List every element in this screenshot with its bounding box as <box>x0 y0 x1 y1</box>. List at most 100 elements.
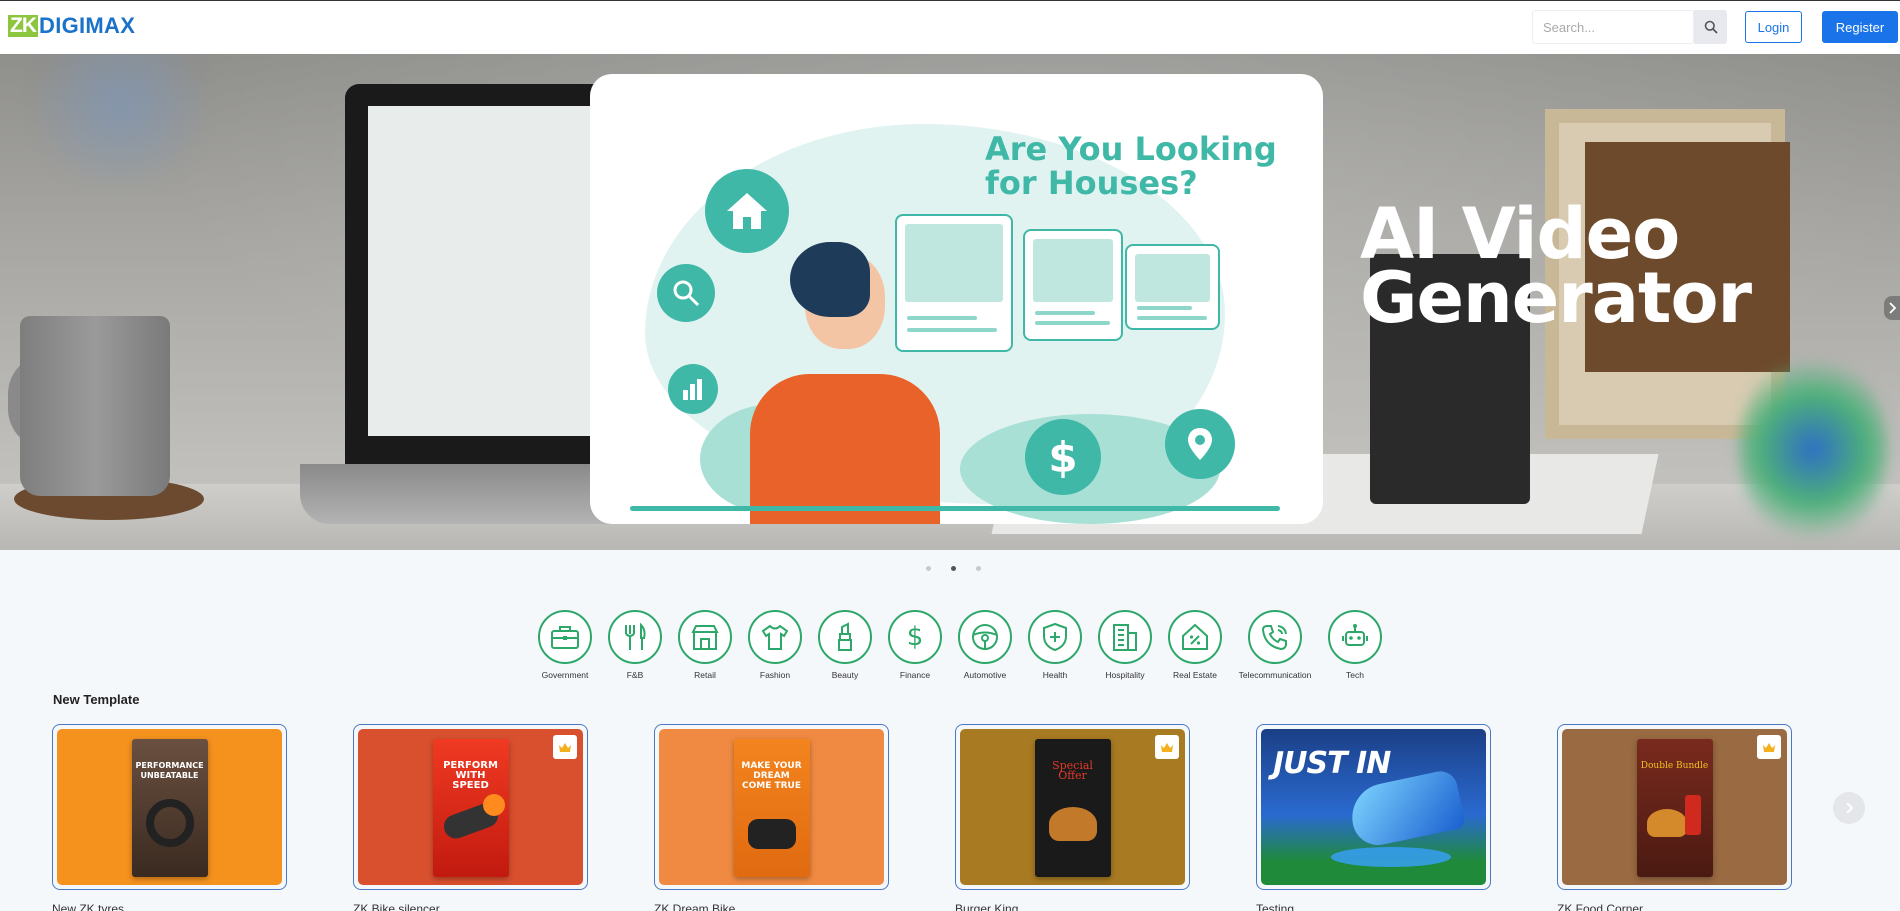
template-card-4[interactable]: Special Offer Burger King <box>955 724 1190 911</box>
templates-next-button[interactable] <box>1833 792 1865 824</box>
template-thumbnail: PERFORM WITH SPEED <box>358 729 583 885</box>
category-label: Real Estate <box>1173 670 1217 680</box>
search-button[interactable] <box>1694 10 1727 44</box>
utensils-icon <box>608 610 662 664</box>
slide-ground-line <box>630 506 1280 511</box>
building-icon <box>1098 610 1152 664</box>
listing-card-3 <box>1125 244 1220 330</box>
register-button[interactable]: Register <box>1822 11 1898 43</box>
category-label: Automotive <box>963 670 1007 680</box>
category-label: Government <box>541 670 589 680</box>
template-name: ZK Dream Bike <box>654 902 736 911</box>
category-government[interactable]: Government <box>530 610 600 680</box>
poster-text: PERFORMANCE UNBEATABLE <box>135 761 204 780</box>
category-fashion[interactable]: Fashion <box>740 610 810 680</box>
briefcase-icon <box>538 610 592 664</box>
carousel-dot-2[interactable] <box>951 566 956 571</box>
template-card-3[interactable]: MAKE YOUR DREAM COME TRUE ZK Dream Bike <box>654 724 889 911</box>
template-thumbnail-frame: PERFORMANCE UNBEATABLE <box>52 724 287 890</box>
hero-slide-card: Are You Looking for Houses? $ <box>590 74 1323 524</box>
poster-text: JUST IN <box>1273 746 1391 781</box>
phone-icon <box>1248 610 1302 664</box>
template-name: Burger King <box>955 902 1019 911</box>
template-thumbnail: PERFORMANCE UNBEATABLE <box>57 729 282 885</box>
shield-plus-icon <box>1028 610 1082 664</box>
location-pin-icon <box>1165 409 1235 479</box>
lipstick-icon <box>818 610 872 664</box>
category-hospitality[interactable]: Hospitality <box>1090 610 1160 680</box>
category-beauty[interactable]: Beauty <box>810 610 880 680</box>
template-poster: MAKE YOUR DREAM COME TRUE <box>733 739 810 877</box>
slide-person-body <box>750 374 940 524</box>
hero-decor-blob <box>1738 354 1888 544</box>
slide-heading-line2: for Houses? <box>985 164 1198 202</box>
template-name: New ZK tyres <box>52 902 125 911</box>
template-card-5[interactable]: JUST IN Testing <box>1256 724 1491 911</box>
listing-card-1 <box>895 214 1013 352</box>
premium-crown-icon <box>1757 735 1781 759</box>
hero-title-line2: Generator <box>1360 257 1752 339</box>
search-input[interactable] <box>1533 11 1693 43</box>
category-bar: Government F&B Retail Fashion Beauty $ F… <box>530 610 1390 680</box>
house-percent-icon <box>1168 610 1222 664</box>
poster-text: MAKE YOUR DREAM COME TRUE <box>741 761 802 791</box>
hero-mug <box>20 316 170 496</box>
slide-heading-line1: Are You Looking <box>985 130 1277 168</box>
poster-text: PERFORM WITH SPEED <box>443 760 498 791</box>
category-label: Retail <box>694 670 716 680</box>
template-name: ZK Food Corner <box>1557 902 1644 911</box>
template-card-2[interactable]: PERFORM WITH SPEED ZK Bike silencer <box>353 724 588 911</box>
logo-text: DIGIMAX <box>39 13 136 38</box>
hero-title: AI Video Generator <box>1360 199 1880 339</box>
search-box <box>1532 10 1694 44</box>
carousel-dot-1[interactable] <box>926 566 931 571</box>
category-tech[interactable]: Tech <box>1320 610 1390 680</box>
category-real-estate[interactable]: Real Estate <box>1160 610 1230 680</box>
bar-chart-icon <box>668 364 718 414</box>
template-thumbnail-frame: Special Offer <box>955 724 1190 890</box>
slide-person-hair <box>790 242 870 317</box>
category-telecommunication[interactable]: Telecommunication <box>1230 610 1320 680</box>
template-thumbnail-frame: MAKE YOUR DREAM COME TRUE <box>654 724 889 890</box>
category-label: Beauty <box>831 670 859 680</box>
category-fnb[interactable]: F&B <box>600 610 670 680</box>
template-poster: PERFORM WITH SPEED <box>432 739 509 877</box>
carousel-dot-3[interactable] <box>976 566 981 571</box>
template-thumbnail-frame: JUST IN <box>1256 724 1491 890</box>
template-name: ZK Bike silencer <box>353 902 440 911</box>
template-thumbnail: Double Bundle <box>1562 729 1787 885</box>
dollar-icon: $ <box>888 610 942 664</box>
category-health[interactable]: Health <box>1020 610 1090 680</box>
home-icon <box>705 169 789 253</box>
template-poster: PERFORMANCE UNBEATABLE <box>131 739 208 877</box>
category-label: Hospitality <box>1105 670 1145 680</box>
template-poster: Double Bundle <box>1636 739 1713 877</box>
premium-crown-icon <box>553 735 577 759</box>
category-label: Tech <box>1346 670 1364 680</box>
category-label: Fashion <box>759 670 791 680</box>
poster-text: Special Offer <box>1052 759 1093 782</box>
category-finance[interactable]: $ Finance <box>880 610 950 680</box>
search-icon <box>1704 20 1718 34</box>
template-card-1[interactable]: PERFORMANCE UNBEATABLE New ZK tyres <box>52 724 287 911</box>
chevron-right-icon <box>1889 302 1896 314</box>
template-thumbnail: Special Offer <box>960 729 1185 885</box>
template-thumbnail-frame: Double Bundle <box>1557 724 1792 890</box>
template-card-6[interactable]: Double Bundle ZK Food Corner <box>1557 724 1792 911</box>
logo[interactable]: ZK DIGIMAX <box>8 13 136 38</box>
category-automotive[interactable]: Automotive <box>950 610 1020 680</box>
hero-carousel[interactable]: Are You Looking for Houses? $ AI Video G… <box>0 54 1900 550</box>
template-name: Testing <box>1256 902 1295 911</box>
carousel-indicators <box>926 566 981 571</box>
category-label: Finance <box>899 670 931 680</box>
robot-icon <box>1328 610 1382 664</box>
new-template-heading: New Template <box>53 692 140 707</box>
magnifier-icon <box>657 264 715 322</box>
login-button[interactable]: Login <box>1745 11 1802 43</box>
listing-card-2 <box>1023 229 1123 341</box>
storefront-icon <box>678 610 732 664</box>
slide-heading: Are You Looking for Houses? <box>985 132 1305 200</box>
dollar-icon: $ <box>1025 419 1101 495</box>
hero-next-button[interactable] <box>1884 296 1900 320</box>
category-retail[interactable]: Retail <box>670 610 740 680</box>
